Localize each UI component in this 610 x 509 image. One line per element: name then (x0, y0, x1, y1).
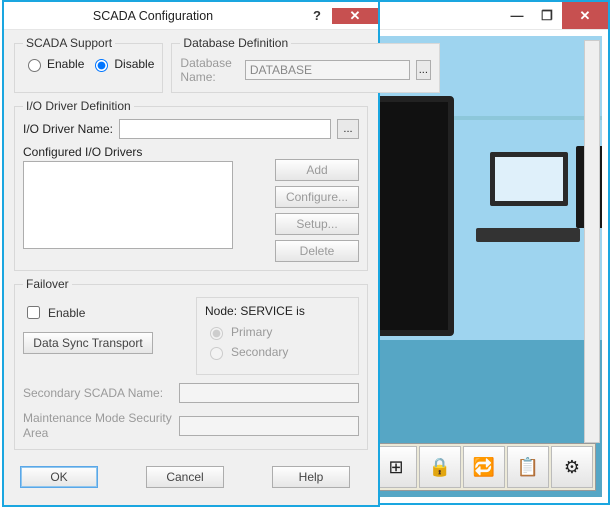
toolbar-refresh-icon[interactable]: 🔁 (463, 446, 505, 488)
maintenance-mode-input[interactable] (179, 416, 359, 436)
minimize-button[interactable]: — (502, 2, 532, 29)
io-driver-name-input[interactable] (119, 119, 331, 139)
toolbar-gears-icon[interactable]: ⚙ (551, 446, 593, 488)
dialog-body: SCADA Support Enable Disable Database De… (4, 30, 378, 498)
scada-config-dialog: SCADA Configuration ? ✕ SCADA Support En… (2, 0, 380, 507)
failover-enable-option[interactable]: Enable (23, 303, 186, 322)
failover-enable-label: Enable (48, 306, 85, 320)
node-title: Node: SERVICE is (205, 304, 350, 318)
support-disable-option[interactable]: Disable (90, 56, 154, 72)
add-button[interactable]: Add (275, 159, 359, 181)
dialog-button-row: OK Cancel Help (14, 456, 368, 488)
ok-button[interactable]: OK (20, 466, 98, 488)
bg-scrollbar[interactable] (584, 40, 600, 443)
dialog-help-button[interactable]: ? (302, 8, 332, 23)
toolbar-sheet-icon[interactable]: 📋 (507, 446, 549, 488)
io-driver-group: I/O Driver Definition I/O Driver Name: .… (14, 99, 368, 271)
configured-drivers-list[interactable] (23, 161, 233, 249)
database-definition-group: Database Definition Database Name: ... (171, 36, 439, 93)
node-secondary-label: Secondary (231, 345, 288, 359)
failover-left: Enable Data Sync Transport (23, 297, 186, 354)
delete-button[interactable]: Delete (275, 240, 359, 262)
dialog-close-button[interactable]: ✕ (332, 8, 378, 24)
support-disable-label: Disable (114, 57, 154, 71)
node-primary-label: Primary (231, 325, 272, 339)
node-secondary-option[interactable]: Secondary (205, 344, 350, 360)
node-role-group: Node: SERVICE is Primary Secondary (196, 297, 359, 375)
maintenance-mode-label: Maintenance Mode Security Area (23, 411, 173, 441)
node-secondary-radio[interactable] (210, 347, 223, 360)
support-enable-label: Enable (47, 57, 84, 71)
node-name: SERVICE (240, 304, 292, 318)
database-definition-legend: Database Definition (180, 36, 291, 50)
node-title-suffix: is (293, 304, 305, 318)
database-name-input[interactable] (245, 60, 410, 80)
bg-close-button[interactable]: ✕ (562, 2, 608, 29)
failover-enable-checkbox[interactable] (27, 306, 40, 319)
node-primary-option[interactable]: Primary (205, 324, 350, 340)
dialog-title: SCADA Configuration (4, 9, 302, 23)
support-enable-option[interactable]: Enable (23, 56, 84, 72)
bg-toolbar: ⊞ 🔒 🔁 📋 ⚙ (372, 443, 596, 491)
toolbar-lock-icon[interactable]: 🔒 (419, 446, 461, 488)
database-name-label: Database Name: (180, 56, 238, 84)
secondary-scada-label: Secondary SCADA Name: (23, 386, 173, 401)
io-driver-legend: I/O Driver Definition (23, 99, 134, 113)
failover-group: Failover Enable Data Sync Transport Node… (14, 277, 368, 450)
io-driver-name-label: I/O Driver Name: (23, 122, 113, 136)
support-enable-radio[interactable] (28, 59, 41, 72)
bg-monitor-small (490, 152, 568, 206)
setup-button[interactable]: Setup... (275, 213, 359, 235)
data-sync-transport-button[interactable]: Data Sync Transport (23, 332, 153, 354)
io-buttons: Add Configure... Setup... Delete (275, 159, 359, 262)
failover-legend: Failover (23, 277, 72, 291)
configure-button[interactable]: Configure... (275, 186, 359, 208)
configured-drivers-label: Configured I/O Drivers (23, 145, 359, 159)
secondary-scada-input[interactable] (179, 383, 359, 403)
cancel-button[interactable]: Cancel (146, 466, 224, 488)
node-primary-radio[interactable] (210, 327, 223, 340)
scada-support-group: SCADA Support Enable Disable (14, 36, 163, 93)
node-title-prefix: Node: (205, 304, 240, 318)
database-browse-button[interactable]: ... (416, 60, 431, 80)
restore-button[interactable]: ❐ (532, 2, 562, 29)
dialog-titlebar: SCADA Configuration ? ✕ (4, 2, 378, 30)
help-button[interactable]: Help (272, 466, 350, 488)
scada-support-legend: SCADA Support (23, 36, 115, 50)
toolbar-grid-icon[interactable]: ⊞ (375, 446, 417, 488)
bg-keyboard (476, 228, 580, 242)
io-driver-browse-button[interactable]: ... (337, 119, 359, 139)
support-disable-radio[interactable] (95, 59, 108, 72)
